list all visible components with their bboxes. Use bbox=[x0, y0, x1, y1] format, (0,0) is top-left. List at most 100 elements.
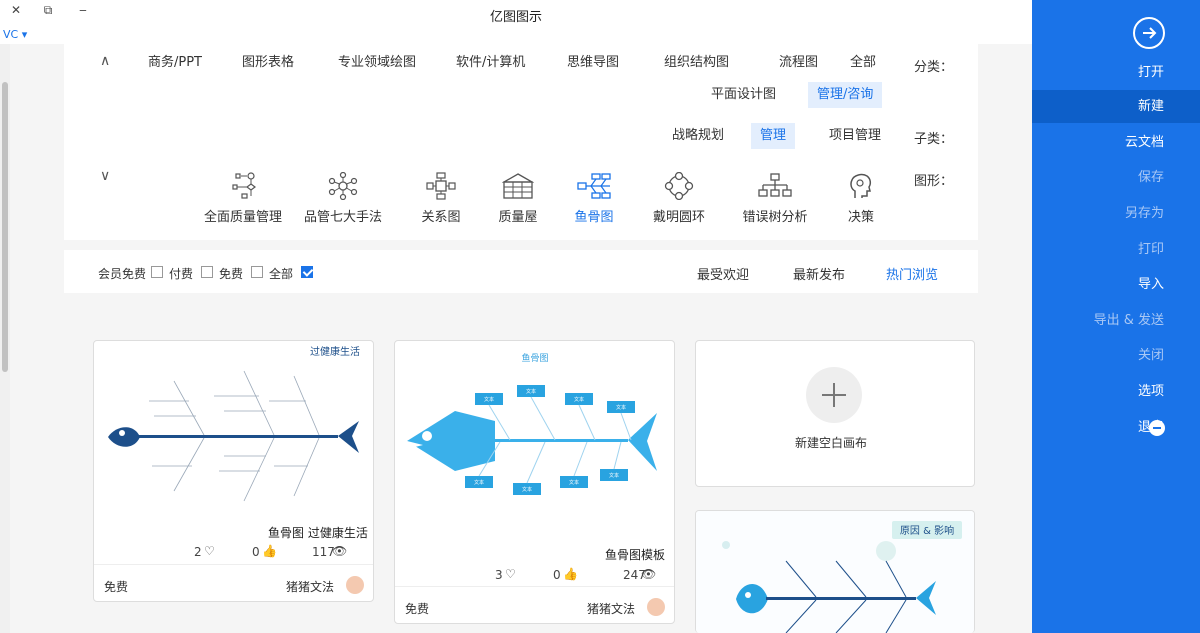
price-paid-label: 付费 bbox=[169, 267, 194, 281]
author-name[interactable]: 猪猪文法 bbox=[587, 600, 635, 617]
fishbone-thumbnail: 鱼骨图 文本文本 文本文本 文本文本 文本文本 bbox=[407, 352, 657, 495]
thumbs-up-icon[interactable]: 👍 bbox=[262, 544, 277, 558]
shape-seven-tools-label: 品管七大手法 bbox=[303, 210, 382, 225]
back-arrow-icon[interactable] bbox=[1133, 17, 1165, 49]
price-all-checkbox[interactable] bbox=[301, 266, 313, 278]
category-label: 分类： bbox=[914, 60, 954, 75]
likes-count: 0 bbox=[252, 545, 260, 559]
price-free-checkbox[interactable] bbox=[251, 266, 263, 278]
address-fragment[interactable]: VC ▾ bbox=[3, 28, 27, 41]
head-gears-icon bbox=[850, 173, 872, 198]
shape-decision[interactable]: 决策 bbox=[821, 172, 901, 225]
category-professional[interactable]: 专业领域绘图 bbox=[329, 50, 425, 76]
shape-deming-cycle[interactable]: 戴明圆环 bbox=[639, 172, 719, 225]
price-member-checkbox[interactable] bbox=[151, 266, 163, 278]
subcategory-management[interactable]: 管理 bbox=[751, 123, 796, 149]
shape-house-of-quality[interactable]: 质量屋 bbox=[478, 172, 558, 225]
shape-fault-tree-label: 错误树分析 bbox=[742, 210, 808, 225]
tree-hierarchy-icon bbox=[758, 173, 792, 197]
category-all[interactable]: 全部 bbox=[841, 50, 885, 76]
favorites-count: 2 bbox=[194, 545, 202, 559]
svg-text:文本: 文本 bbox=[609, 472, 619, 479]
heart-icon[interactable]: ♡ bbox=[204, 544, 215, 558]
vertical-scrollbar[interactable] bbox=[0, 44, 10, 633]
category-flowchart[interactable]: 流程图 bbox=[770, 50, 827, 76]
shape-tqm-label: 全面质量管理 bbox=[203, 210, 282, 225]
scrollbar-thumb[interactable] bbox=[2, 82, 8, 372]
sidebar-item-new[interactable]: 新建 bbox=[1032, 90, 1200, 123]
author-avatar[interactable] bbox=[647, 598, 665, 616]
sidebar-item-open[interactable]: 打开 bbox=[1032, 56, 1200, 89]
window-title: 亿图图示 bbox=[489, 10, 542, 25]
fishbone-icon bbox=[577, 173, 611, 199]
exit-icon bbox=[1149, 420, 1165, 436]
sidebar-item-save[interactable]: 保存 bbox=[1032, 161, 1200, 194]
sidebar-item-export[interactable]: 导出 & 发送 bbox=[1032, 304, 1200, 337]
chevron-down-icon[interactable]: ∨ bbox=[100, 168, 110, 184]
category-org-chart[interactable]: 组织结构图 bbox=[655, 50, 738, 76]
price-free-label: 免费 bbox=[219, 267, 244, 281]
price-member-label: 会员免费 bbox=[98, 267, 147, 281]
shape-seven-tools[interactable]: 品管七大手法 bbox=[303, 172, 383, 225]
house-of-quality-icon bbox=[502, 173, 534, 199]
template-title: 鱼骨图 过健康生活 bbox=[268, 526, 368, 540]
template-card-healthy-life[interactable]: 过健康生活 鱼骨图 过健康生活 117 👁 0 👍 2 ♡ 免费 猪猪文法 bbox=[93, 340, 374, 602]
eye-icon: 👁 bbox=[641, 567, 657, 581]
shape-relation-diagram[interactable]: 关系图 bbox=[401, 172, 481, 225]
shape-deming-cycle-label: 戴明圆环 bbox=[652, 210, 705, 225]
price-tag: 免费 bbox=[104, 580, 129, 594]
category-business-ppt[interactable]: 商务/PPT bbox=[139, 50, 211, 76]
category-software[interactable]: 软件/计算机 bbox=[447, 50, 534, 76]
category-graphic-tables[interactable]: 图形表格 bbox=[233, 50, 303, 76]
price-paid-checkbox[interactable] bbox=[201, 266, 213, 278]
thumbs-up-icon[interactable]: 👍 bbox=[563, 567, 578, 581]
fishbone-thumbnail-2: 过健康生活 bbox=[108, 345, 360, 502]
svg-text:文本: 文本 bbox=[522, 486, 532, 493]
price-all-label: 全部 bbox=[269, 267, 294, 281]
shape-label: 图形： bbox=[914, 174, 954, 189]
sidebar-item-print[interactable]: 打印 bbox=[1032, 233, 1200, 266]
thumb-heading: 过健康生活 bbox=[310, 345, 360, 358]
favorites-count: 3 bbox=[495, 568, 503, 582]
tqm-icon bbox=[232, 172, 256, 199]
shape-fishbone[interactable]: 鱼骨图 bbox=[554, 172, 634, 225]
author-name[interactable]: 猪猪文法 bbox=[286, 578, 334, 595]
heart-icon[interactable]: ♡ bbox=[505, 567, 516, 581]
relation-diagram-icon bbox=[426, 172, 456, 200]
chevron-up-icon[interactable]: ∧ bbox=[100, 53, 110, 69]
shape-relation-diagram-label: 关系图 bbox=[421, 210, 461, 225]
cycle-icon bbox=[664, 172, 694, 200]
thumb-heading-3: 原因 & 影响 bbox=[900, 524, 954, 537]
subcategory-strategy[interactable]: 战略规划 bbox=[663, 123, 733, 149]
sidebar-item-close[interactable]: 关闭 bbox=[1032, 339, 1200, 372]
category-graphic-design[interactable]: 平面设计图 bbox=[702, 82, 785, 108]
svg-text:文本: 文本 bbox=[569, 479, 579, 486]
svg-text:文本: 文本 bbox=[526, 388, 536, 395]
tab-popular[interactable]: 最受欢迎 bbox=[697, 264, 749, 283]
template-card-fishbone-model[interactable]: 鱼骨图 文本 文本 文本 文本 文本 文本 文本 文本 鱼骨图模板 247 👁 0 👍 … bbox=[394, 340, 675, 624]
category-mindmap[interactable]: 思维导图 bbox=[558, 50, 628, 76]
plus-icon[interactable] bbox=[806, 367, 862, 423]
svg-text:文本: 文本 bbox=[616, 404, 626, 411]
shape-tqm[interactable]: 全面质量管理 bbox=[191, 172, 295, 225]
sidebar-item-exit[interactable]: 退出 bbox=[1032, 411, 1200, 444]
category-management[interactable]: 管理/咨询 bbox=[808, 82, 883, 108]
subcategory-label: 子类： bbox=[914, 132, 954, 147]
subcategory-project[interactable]: 项目管理 bbox=[820, 123, 890, 149]
template-card-cause-effect[interactable]: 原因 & 影响 bbox=[695, 510, 975, 633]
tab-latest[interactable]: 最新发布 bbox=[793, 264, 845, 283]
likes-count: 0 bbox=[553, 568, 561, 582]
svg-text:文本: 文本 bbox=[484, 396, 494, 403]
shape-decision-label: 决策 bbox=[847, 210, 874, 225]
new-blank-label: 新建空白画布 bbox=[795, 436, 868, 450]
sidebar-item-cloud[interactable]: 云文档 bbox=[1032, 126, 1200, 159]
thumb-title: 鱼骨图 bbox=[521, 352, 548, 364]
author-avatar[interactable] bbox=[346, 576, 364, 594]
sidebar-item-import[interactable]: 导入 bbox=[1032, 268, 1200, 301]
sidebar-item-options[interactable]: 选项 bbox=[1032, 375, 1200, 408]
shape-fault-tree[interactable]: 错误树分析 bbox=[735, 172, 815, 225]
svg-text:文本: 文本 bbox=[574, 396, 584, 403]
svg-text:文本: 文本 bbox=[474, 479, 484, 486]
sidebar-item-save-as[interactable]: 另存为 bbox=[1032, 197, 1200, 230]
tab-hot[interactable]: 热门浏览 bbox=[886, 264, 938, 283]
